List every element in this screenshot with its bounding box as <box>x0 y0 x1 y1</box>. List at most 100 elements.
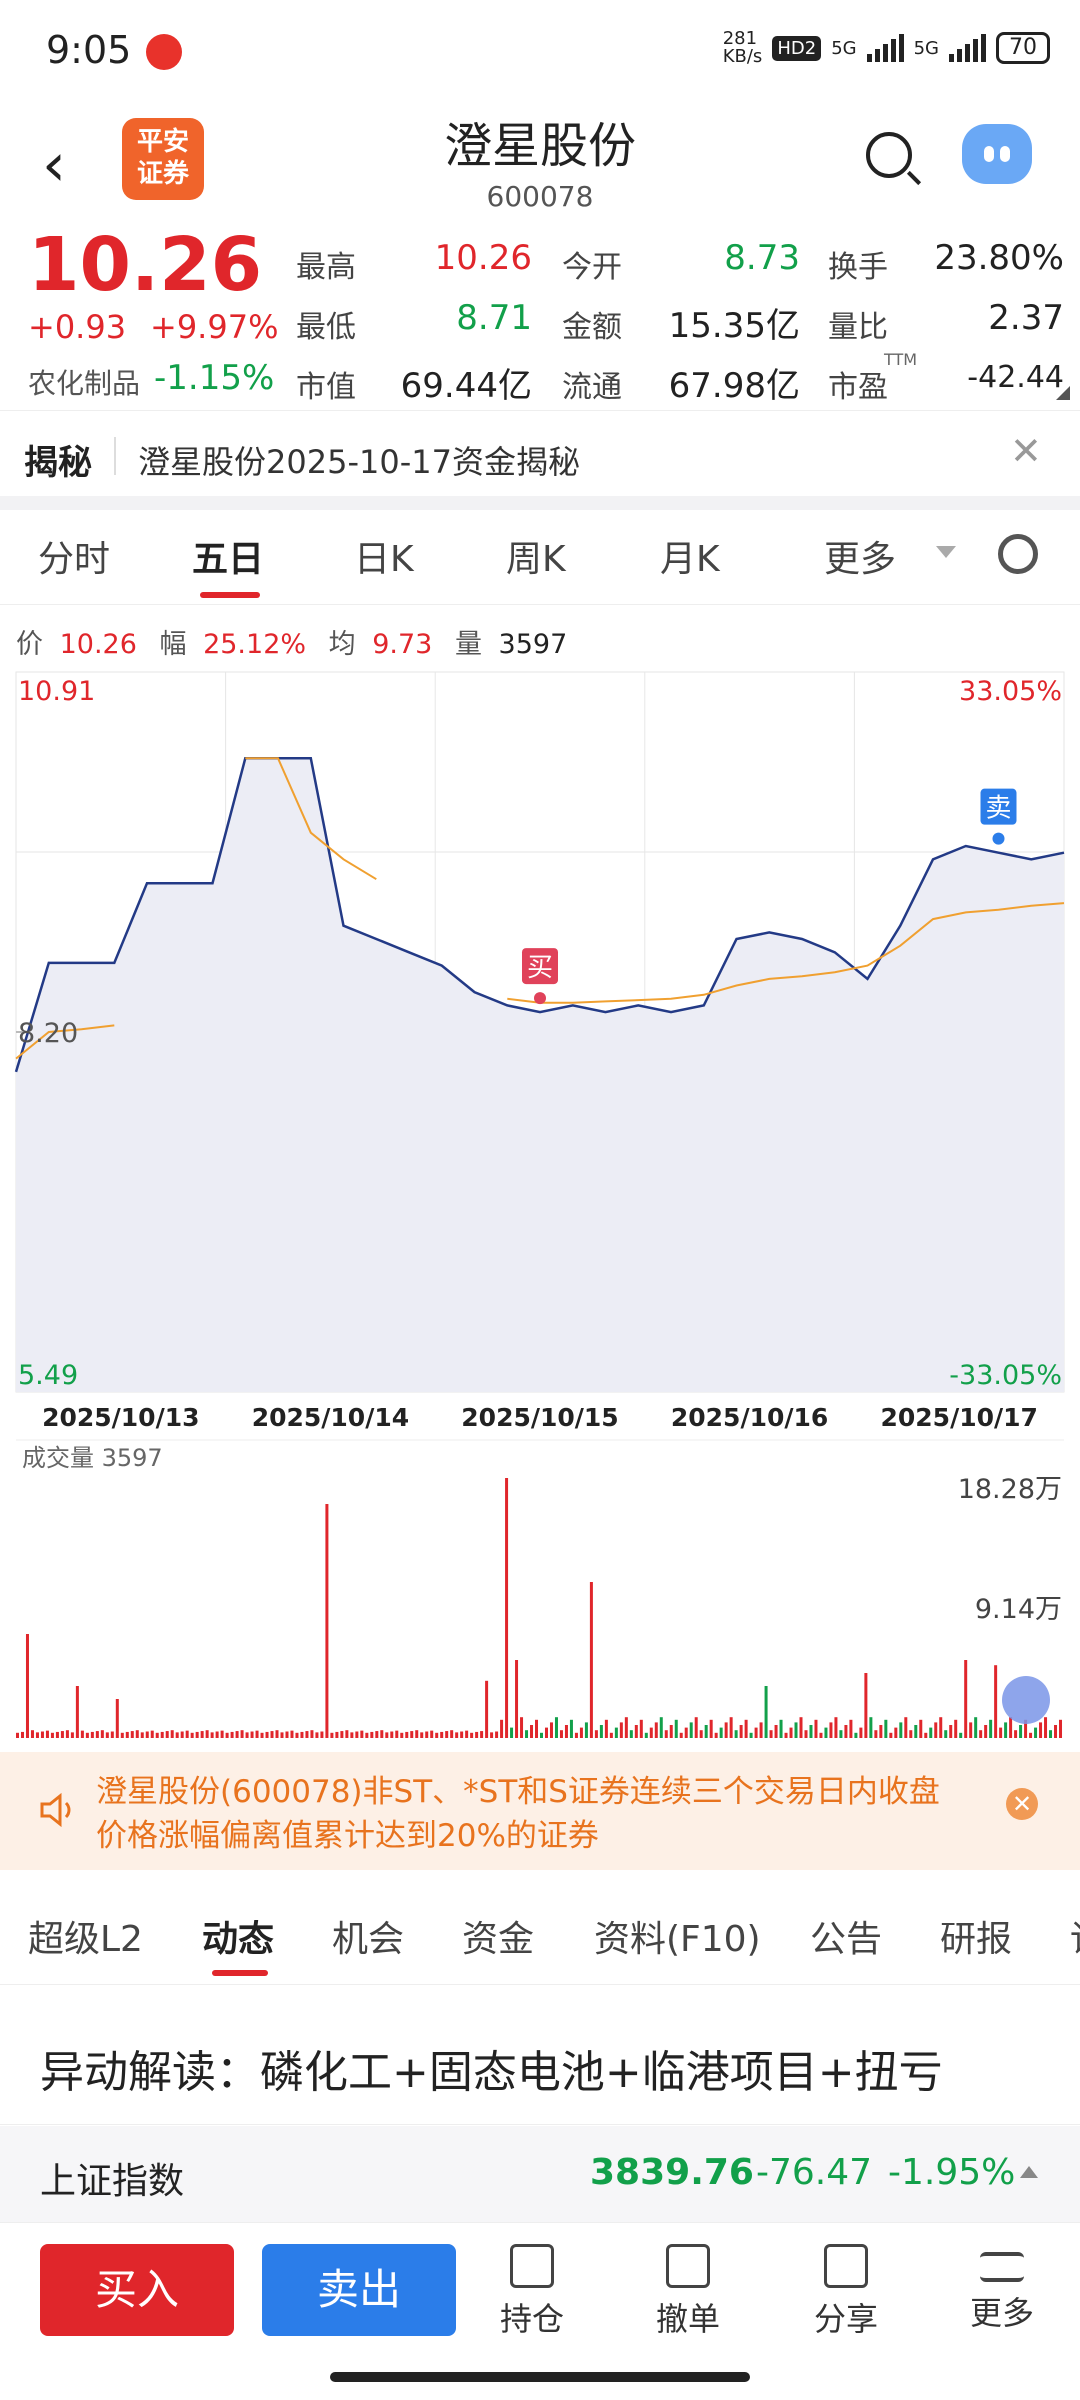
cancel-order-label: 撤单 <box>655 2300 720 2338</box>
chevron-up-icon[interactable] <box>1020 2166 1038 2178</box>
volume-bar <box>325 1504 329 1738</box>
y-tick-low: 5.49 <box>18 1360 78 1391</box>
tab-discussion[interactable]: 讨 <box>1070 1910 1080 1962</box>
volume-bar <box>649 1727 653 1738</box>
volume-bar <box>634 1725 638 1738</box>
volume-bar <box>440 1731 444 1738</box>
volume-bar <box>455 1732 459 1738</box>
volume-bar <box>105 1732 109 1738</box>
volume-bar <box>799 1717 803 1738</box>
amount-value: 15.35亿 <box>668 306 800 346</box>
tab-intraday[interactable]: 分时 <box>38 530 110 582</box>
volume-bar <box>689 1722 693 1738</box>
volume-bar <box>310 1730 314 1738</box>
volume-bar <box>554 1717 558 1738</box>
volume-bar <box>260 1732 264 1738</box>
signal-icon <box>866 34 904 62</box>
status-bar: 9:05 281 KB/s HD2 5G 5G 70 <box>0 0 1080 100</box>
more-button[interactable]: 更多 <box>942 2244 1062 2334</box>
more-label: 更多 <box>969 2294 1034 2332</box>
index-ticker-row[interactable]: 上证指数 3839.76 -76.47 -1.95% <box>0 2126 1080 2222</box>
fund-reveal-bar[interactable]: 揭秘 澄星股份2025-10-17资金揭秘 ✕ <box>0 410 1080 506</box>
volume-bar <box>335 1731 339 1738</box>
volume-bar <box>230 1731 234 1738</box>
volume-bar <box>425 1731 429 1738</box>
volume-bar <box>874 1730 878 1738</box>
cancel-order-icon <box>666 2244 710 2288</box>
volume-label: 成交量 3597 <box>22 1444 163 1472</box>
app-notification-icon <box>146 34 182 70</box>
volume-bar <box>679 1732 683 1738</box>
volume-bar <box>85 1732 89 1738</box>
assistant-robot-icon[interactable] <box>962 124 1032 184</box>
volume-bar <box>515 1660 519 1738</box>
holdings-button[interactable]: 持仓 <box>472 2244 592 2340</box>
volume-bar <box>490 1732 494 1738</box>
tab-weekly-k[interactable]: 周K <box>506 530 566 582</box>
volume-bar <box>80 1730 84 1738</box>
tab-super-l2[interactable]: 超级L2 <box>28 1910 143 1962</box>
tab-five-day[interactable]: 五日 <box>192 530 264 582</box>
volume-bar <box>370 1731 374 1738</box>
sell-marker-dot <box>992 832 1005 845</box>
close-icon[interactable]: ✕ <box>1010 429 1042 473</box>
tab-monthly-k[interactable]: 月K <box>660 530 720 582</box>
volume-bar <box>60 1731 64 1738</box>
volume-bar <box>295 1732 299 1738</box>
volume-bar <box>879 1725 883 1738</box>
volume-bar <box>140 1732 144 1738</box>
volume-bar <box>1044 1717 1048 1738</box>
volume-bar <box>1014 1730 1018 1738</box>
volume-bar <box>305 1731 309 1738</box>
volume-bar <box>275 1730 279 1738</box>
tab-opportunity[interactable]: 机会 <box>332 1910 404 1962</box>
settings-gear-icon[interactable] <box>998 534 1038 574</box>
open-value: 8.73 <box>724 238 800 278</box>
volume-bar <box>200 1731 204 1738</box>
share-button[interactable]: 分享 <box>786 2244 906 2340</box>
volume-bar <box>564 1725 568 1738</box>
volume-bar <box>659 1717 663 1738</box>
alert-banner[interactable]: 澄星股份(600078)非ST、*ST和S证券连续三个交易日内收盘价格涨幅偏离值… <box>0 1752 1080 1870</box>
sell-marker-label: 卖 <box>985 794 1011 824</box>
volume-bar <box>220 1730 224 1738</box>
sector-label[interactable]: 农化制品 <box>28 362 140 402</box>
volume-bar <box>974 1717 978 1738</box>
alert-close-icon[interactable]: ✕ <box>1006 1788 1038 1820</box>
buy-button[interactable]: 买入 <box>40 2244 234 2336</box>
anomaly-interpretation[interactable]: 异动解读：磷化工+固态电池+临港项目+扭亏 <box>40 2036 943 2100</box>
tab-funds[interactable]: 资金 <box>462 1910 534 1962</box>
tab-daily-k[interactable]: 日K <box>354 530 414 582</box>
volume-bar <box>574 1732 578 1738</box>
tab-announcements[interactable]: 公告 <box>810 1910 882 1962</box>
volume-bar <box>889 1732 893 1738</box>
x-tick-date: 2025/10/14 <box>252 1403 409 1432</box>
volume-bar <box>699 1730 703 1738</box>
tab-dynamic[interactable]: 动态 <box>202 1910 274 1962</box>
menu-icon <box>980 2252 1024 2282</box>
volume-bar <box>145 1731 149 1738</box>
chevron-down-icon[interactable] <box>936 546 956 558</box>
info-tabs-divider <box>0 1984 1080 1985</box>
volume-bar <box>25 1634 29 1738</box>
volume-bar <box>495 1731 499 1738</box>
volume-bar <box>744 1719 748 1738</box>
sector-pct: -1.15% <box>154 358 275 398</box>
volume-bar <box>16 1732 19 1738</box>
volume-bar <box>500 1719 504 1738</box>
vol-ratio-value: 2.37 <box>988 298 1064 338</box>
volume-bar <box>934 1722 938 1738</box>
last-price: 10.26 <box>28 222 263 308</box>
stock-name: 澄星股份 <box>443 118 636 174</box>
five-day-chart[interactable]: 10.91 8.20 5.49 33.05% -33.05% 2025/10/13 2025… <box>0 660 1080 1740</box>
sell-button[interactable]: 卖出 <box>262 2244 456 2336</box>
cancel-order-button[interactable]: 撤单 <box>628 2244 748 2340</box>
tab-research[interactable]: 研报 <box>940 1910 1012 1962</box>
tab-f10[interactable]: 资料(F10) <box>594 1910 761 1962</box>
volume-bar <box>235 1731 239 1738</box>
info-vol: 3597 <box>498 629 568 660</box>
expand-corner-icon[interactable] <box>1056 386 1070 400</box>
volume-bar <box>445 1731 449 1738</box>
tab-more[interactable]: 更多 <box>824 530 896 582</box>
search-icon[interactable] <box>866 132 912 178</box>
